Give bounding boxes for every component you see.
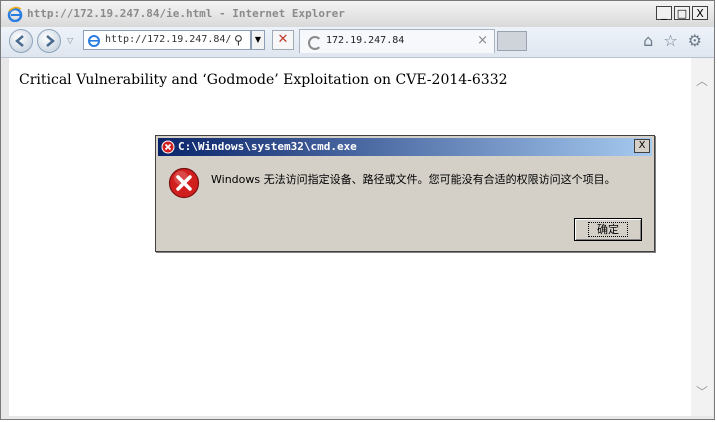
error-icon bbox=[168, 167, 200, 199]
ok-button[interactable]: 确定 bbox=[574, 218, 642, 241]
close-button[interactable]: X bbox=[692, 6, 708, 20]
forward-button[interactable] bbox=[37, 29, 61, 53]
error-dialog: C:\Windows\system32\cmd.exe X Windows 无法… bbox=[155, 135, 655, 252]
back-button[interactable] bbox=[9, 29, 33, 53]
scroll-down-icon[interactable]: ﹀ bbox=[696, 383, 708, 400]
address-url[interactable]: http://172.19.247.84/ bbox=[105, 34, 231, 45]
search-icon[interactable]: ⚲ bbox=[234, 33, 243, 47]
maximize-button[interactable]: □ bbox=[674, 6, 690, 20]
error-icon bbox=[161, 140, 175, 154]
dialog-title: C:\Windows\system32\cmd.exe bbox=[178, 140, 357, 153]
ie-icon bbox=[7, 6, 23, 22]
settings-icon[interactable]: ⚙ bbox=[688, 31, 702, 50]
address-dropdown[interactable]: ▼ bbox=[251, 30, 265, 50]
tab-active[interactable]: 172.19.247.84 × bbox=[299, 29, 495, 53]
stop-button[interactable]: ✕ bbox=[272, 30, 294, 50]
nav-toolbar: ▽ http://172.19.247.84/ ⚲ ▼ ✕ 172.19.247… bbox=[1, 27, 714, 58]
dialog-close-button[interactable]: X bbox=[634, 139, 650, 153]
tab-close-button[interactable]: × bbox=[477, 33, 488, 48]
title-bar: http://172.19.247.84/ie.html - Internet … bbox=[1, 1, 714, 27]
new-tab-button[interactable] bbox=[497, 31, 527, 51]
loading-icon bbox=[308, 36, 322, 50]
scroll-up-icon[interactable]: ︿ bbox=[696, 72, 708, 89]
address-bar[interactable]: http://172.19.247.84/ ⚲ bbox=[83, 30, 251, 50]
dialog-message: Windows 无法访问指定设备、路径或文件。您可能没有合适的权限访问这个项目。 bbox=[211, 173, 616, 186]
back-icon bbox=[15, 35, 24, 47]
history-dropdown[interactable]: ▽ bbox=[67, 36, 73, 45]
forward-icon bbox=[46, 35, 55, 47]
minimize-button[interactable]: _ bbox=[656, 6, 672, 20]
window-title: http://172.19.247.84/ie.html - Internet … bbox=[27, 7, 345, 20]
stop-icon: ✕ bbox=[277, 32, 289, 47]
home-icon[interactable]: ⌂ bbox=[643, 31, 653, 50]
vertical-scrollbar[interactable]: ︿ ﹀ bbox=[691, 58, 713, 416]
dialog-title-bar: C:\Windows\system32\cmd.exe X bbox=[158, 138, 652, 156]
favorites-icon[interactable]: ☆ bbox=[663, 31, 677, 50]
tab-title: 172.19.247.84 bbox=[326, 35, 405, 46]
ok-button-label: 确定 bbox=[588, 222, 628, 237]
page-icon bbox=[88, 35, 100, 47]
page-heading: Critical Vulnerability and ‘Godmode’ Exp… bbox=[19, 72, 508, 88]
